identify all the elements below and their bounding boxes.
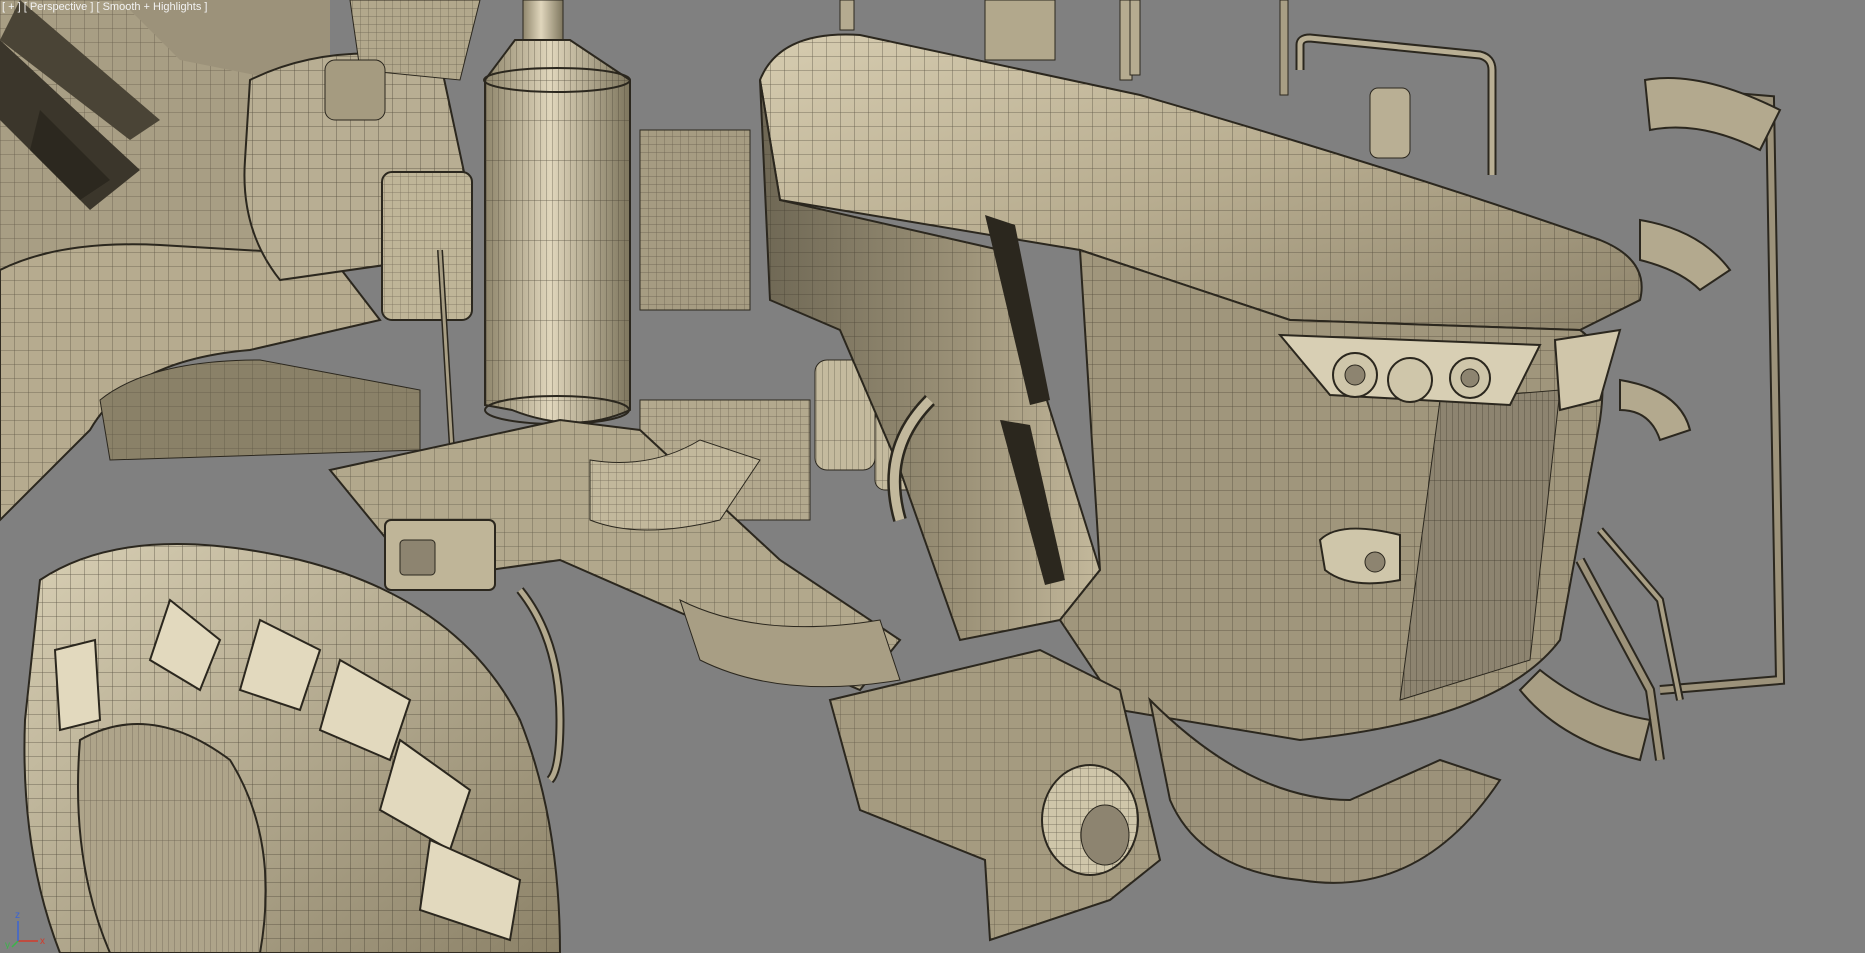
viewport-label: [ + ] [ Perspective ] [ Smooth + Highlig… [2,1,207,13]
tractor-wireframe-model[interactable] [0,0,1865,953]
3d-viewport[interactable]: [ + ] [ Perspective ] [ Smooth + Highlig… [0,0,1865,953]
exhaust-cylinder [483,0,631,425]
axis-z-label: z [15,910,20,921]
viewport-view-button[interactable]: [ Perspective ] [24,1,94,13]
axis-x-label: x [40,936,45,947]
axis-y-label: y [5,940,10,949]
front-tire [23,543,562,953]
viewport-menu-button[interactable]: [ + ] [2,1,21,13]
viewport-shading-button[interactable]: [ Smooth + Highlights ] [96,1,207,13]
axis-gizmo: x y z [5,910,45,949]
